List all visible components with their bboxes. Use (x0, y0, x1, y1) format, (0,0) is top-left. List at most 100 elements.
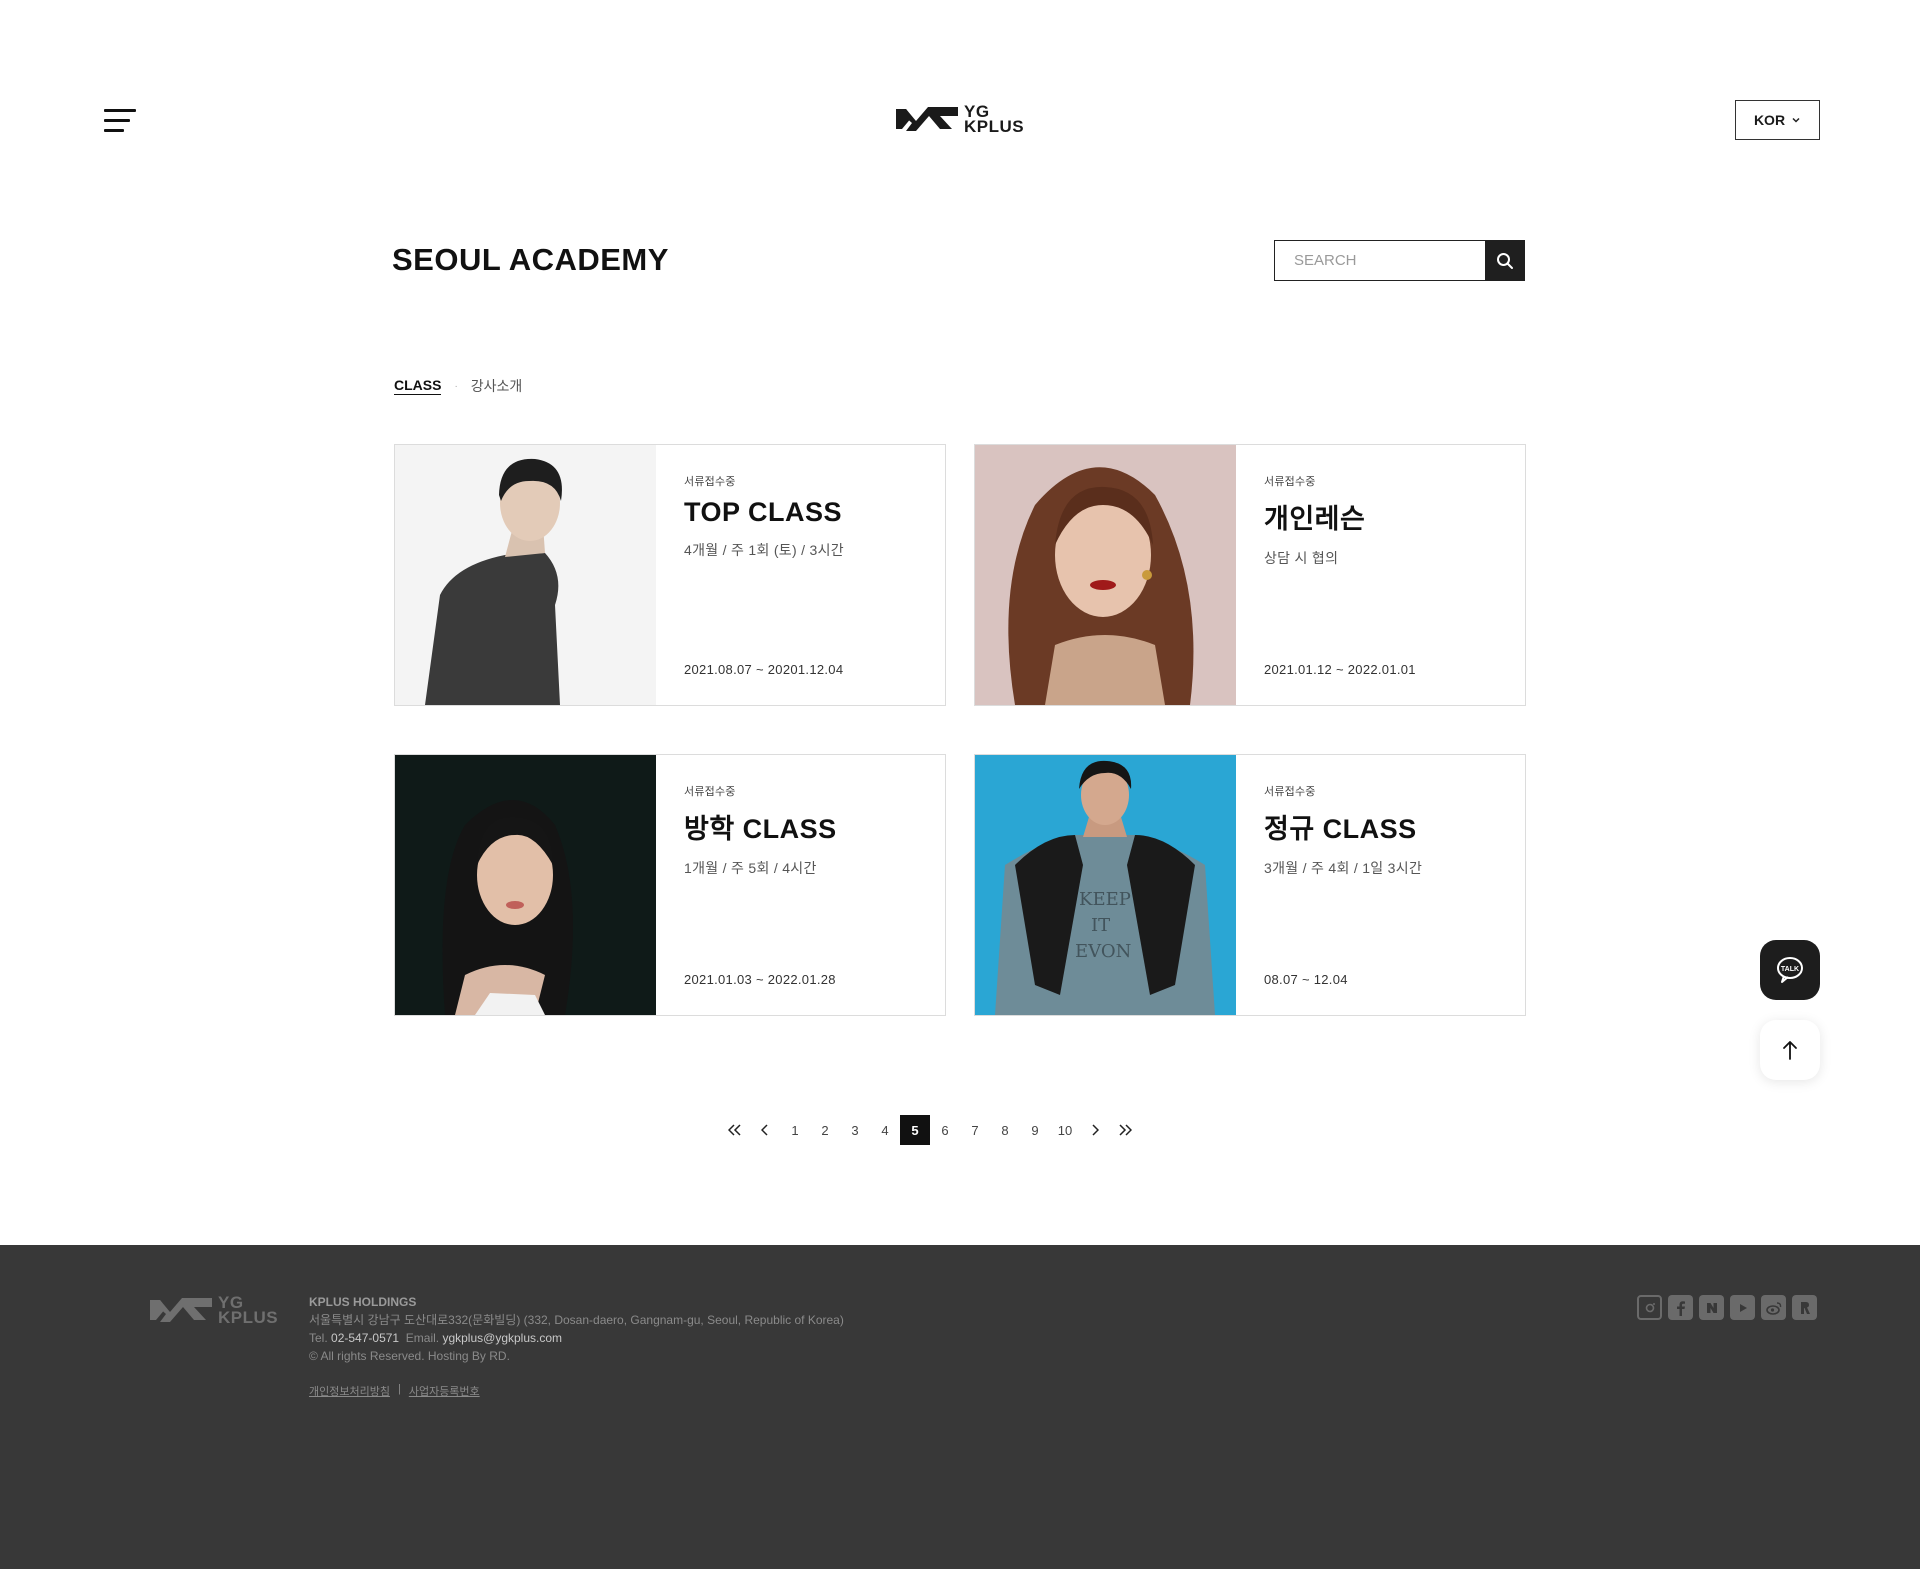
social-links (1637, 1295, 1817, 1320)
scroll-to-top-button[interactable] (1760, 1020, 1820, 1080)
next-page-button[interactable] (1080, 1115, 1110, 1145)
weibo-icon[interactable] (1761, 1295, 1786, 1320)
menu-icon[interactable] (104, 109, 136, 133)
yg-logo-mark-icon (150, 1298, 212, 1322)
arrow-up-icon (1783, 1041, 1797, 1060)
portrait-image (395, 445, 656, 705)
talk-bubble-icon: TALK (1777, 957, 1803, 983)
youtube-icon[interactable] (1730, 1295, 1755, 1320)
category-tabs: CLASS · 강사소개 (394, 376, 522, 396)
class-period: 08.07 ~ 12.04 (1264, 972, 1348, 987)
class-schedule: 4개월 / 주 1회 (토) / 3시간 (684, 542, 844, 558)
yg-logo-mark-icon (896, 107, 958, 131)
search-icon (1497, 252, 1513, 269)
class-thumbnail (975, 445, 1236, 705)
chevron-right-icon (1092, 1124, 1099, 1136)
class-card[interactable]: 서류접수중 TOP CLASS 4개월 / 주 1회 (토) / 3시간 202… (394, 444, 946, 706)
class-status: 서류접수중 (684, 476, 736, 488)
page-number[interactable]: 9 (1020, 1115, 1050, 1145)
class-name: 개인레슨 (1264, 504, 1366, 534)
class-status: 서류접수중 (1264, 476, 1316, 488)
logo-text-kplus: KPLUS (964, 117, 1025, 136)
class-schedule: 상담 시 협의 (1264, 550, 1339, 566)
class-period: 2021.01.12 ~ 2022.01.01 (1264, 662, 1416, 677)
tab-separator: · (454, 380, 458, 392)
portrait-image: KEEP IT EVON (975, 755, 1236, 1015)
company-name: KPLUS HOLDINGS (309, 1295, 417, 1309)
talk-label: TALK (1781, 966, 1799, 973)
double-chevron-left-icon (728, 1124, 741, 1136)
class-card[interactable]: 서류접수중 방학 CLASS 1개월 / 주 5회 / 4시간 2021.01.… (394, 754, 946, 1016)
email-address[interactable]: ygkplus@ygkplus.com (442, 1331, 562, 1345)
tab-class[interactable]: CLASS (394, 377, 442, 395)
company-info: KPLUS HOLDINGS 서울특별시 강남구 도산대로332(문화빌딩) (… (309, 1293, 844, 1365)
class-info: 서류접수중 정규 CLASS 3개월 / 주 4회 / 1일 3시간 08.07… (1236, 755, 1525, 1015)
portrait-image (975, 445, 1236, 705)
page-number[interactable]: 2 (810, 1115, 840, 1145)
pagination: 1 2 3 4 5 6 7 8 9 10 (720, 1115, 1140, 1145)
chevron-down-icon (1792, 117, 1800, 123)
class-status: 서류접수중 (1264, 786, 1316, 798)
class-period: 2021.01.03 ~ 2022.01.28 (684, 972, 836, 987)
class-thumbnail: KEEP IT EVON (975, 755, 1236, 1015)
footer-logo-text-kplus: KPLUS (218, 1308, 279, 1327)
class-name: 정규 CLASS (1264, 814, 1417, 844)
class-status: 서류접수중 (684, 786, 736, 798)
class-card[interactable]: 서류접수중 개인레슨 상담 시 협의 2021.01.12 ~ 2022.01.… (974, 444, 1526, 706)
business-registration-link[interactable]: 사업자등록번호 (409, 1383, 480, 1399)
link-separator: | (397, 1383, 401, 1395)
search-input[interactable] (1274, 240, 1485, 281)
site-footer: YG KPLUS KPLUS HOLDINGS 서울특별시 강남구 도산대로33… (0, 1245, 1920, 1569)
chevron-left-icon (761, 1124, 768, 1136)
privacy-policy-link[interactable]: 개인정보처리방침 (309, 1383, 390, 1399)
svg-text:IT: IT (1091, 915, 1110, 936)
class-schedule: 1개월 / 주 5회 / 4시간 (684, 860, 817, 876)
page-number[interactable]: 4 (870, 1115, 900, 1145)
search-bar (1274, 240, 1525, 281)
language-label: KOR (1753, 112, 1786, 128)
kakao-story-icon[interactable] (1792, 1295, 1817, 1320)
page-number[interactable]: 6 (930, 1115, 960, 1145)
class-period: 2021.08.07 ~ 20201.12.04 (684, 662, 844, 677)
class-info: 서류접수중 TOP CLASS 4개월 / 주 1회 (토) / 3시간 202… (656, 445, 945, 705)
svg-text:EVON: EVON (1075, 941, 1131, 962)
site-header: YG KPLUS KOR (0, 0, 1920, 240)
naver-icon[interactable] (1699, 1295, 1724, 1320)
class-thumbnail (395, 755, 656, 1015)
copyright: © All rights Reserved. Hosting By RD. (309, 1349, 510, 1363)
class-card[interactable]: KEEP IT EVON 서류접수중 정규 CLASS 3개월 / 주 4회 /… (974, 754, 1526, 1016)
tel-number: 02-547-0571 (331, 1331, 400, 1345)
current-page-number[interactable]: 5 (900, 1115, 930, 1145)
page-title: SEOUL ACADEMY (392, 242, 669, 277)
search-button[interactable] (1485, 240, 1525, 281)
class-name: 방학 CLASS (684, 814, 837, 844)
portrait-image (395, 755, 656, 1015)
page-number[interactable]: 7 (960, 1115, 990, 1145)
page-number[interactable]: 3 (840, 1115, 870, 1145)
last-page-button[interactable] (1110, 1115, 1140, 1145)
company-contact: Tel. 02-547-0571 Email. ygkplus@ygkplus.… (309, 1329, 844, 1347)
page-number[interactable]: 8 (990, 1115, 1020, 1145)
footer-links: 개인정보처리방침 | 사업자등록번호 (309, 1383, 480, 1399)
double-chevron-right-icon (1119, 1124, 1132, 1136)
company-address: 서울특별시 강남구 도산대로332(문화빌딩) (332, Dosan-daer… (309, 1313, 844, 1327)
tel-label: Tel. (309, 1331, 328, 1345)
page-number[interactable]: 1 (780, 1115, 810, 1145)
email-label: Email. (405, 1331, 440, 1345)
class-info: 서류접수중 개인레슨 상담 시 협의 2021.01.12 ~ 2022.01.… (1236, 445, 1525, 705)
class-name: TOP CLASS (684, 497, 843, 527)
tab-instructors[interactable]: 강사소개 (471, 376, 523, 396)
facebook-icon[interactable] (1668, 1295, 1693, 1320)
language-selector[interactable]: KOR (1735, 100, 1820, 140)
class-info: 서류접수중 방학 CLASS 1개월 / 주 5회 / 4시간 2021.01.… (656, 755, 945, 1015)
page-number[interactable]: 10 (1050, 1115, 1080, 1145)
prev-page-button[interactable] (750, 1115, 780, 1145)
first-page-button[interactable] (720, 1115, 750, 1145)
instagram-icon[interactable] (1637, 1295, 1662, 1320)
svg-text:KEEP: KEEP (1079, 889, 1131, 910)
kakao-talk-button[interactable]: TALK (1760, 940, 1820, 1000)
class-schedule: 3개월 / 주 4회 / 1일 3시간 (1264, 860, 1423, 876)
footer-logo[interactable]: YG KPLUS (150, 1294, 278, 1326)
site-logo[interactable]: YG KPLUS (896, 102, 1024, 136)
class-thumbnail (395, 445, 656, 705)
